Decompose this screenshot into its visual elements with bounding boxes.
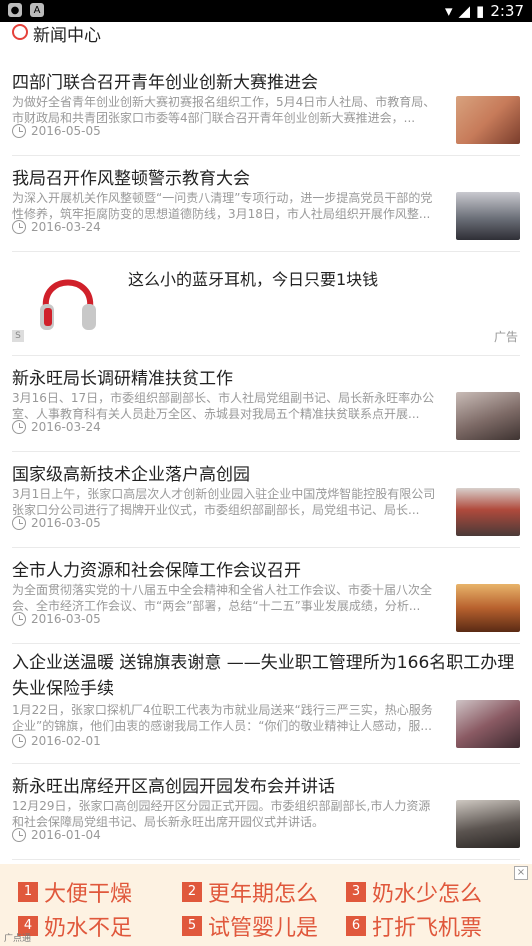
news-title: 新永旺局长调研精准扶贫工作 bbox=[12, 369, 233, 389]
news-item[interactable]: 新永旺局长调研精准扶贫工作 3月16日、17日，市委组织部副部长、市人社局党组副… bbox=[12, 356, 520, 452]
banner-text: 试管婴儿是 bbox=[208, 916, 319, 941]
banner-number: 2 bbox=[182, 882, 202, 902]
clock-icon bbox=[12, 124, 26, 138]
news-thumbnail bbox=[456, 584, 520, 632]
news-thumbnail bbox=[456, 700, 520, 748]
news-desc: 1月22日，张家口探机厂4位职工代表为市就业局送来“践行三严三实，热心服务企业”… bbox=[12, 703, 433, 733]
news-desc: 3月1日上午，张家口高层次人才创新创业园入驻企业中国茂烨智能控股有限公司张家口分… bbox=[12, 487, 436, 517]
news-item[interactable]: 入企业送温暖 送锦旗表谢意 ——失业职工管理所为166名职工办理失业保险手续 1… bbox=[12, 644, 520, 764]
news-desc: 12月29日，张家口高创园经开区分园正式开园。市委组织部副部长,市人力资源和社会… bbox=[12, 799, 431, 829]
section-header: 新闻中心 bbox=[0, 22, 532, 46]
news-date: 2016-03-05 bbox=[31, 516, 101, 530]
close-icon[interactable]: × bbox=[514, 866, 528, 880]
banner-link[interactable]: 6 打折飞机票 bbox=[346, 910, 482, 942]
banner-text: 更年期怎么 bbox=[208, 882, 319, 907]
status-time: 2:37 bbox=[490, 2, 524, 20]
news-desc: 为做好全省青年创业创新大赛初赛报名组织工作，5月4日市人社局、市教育局、市财政局… bbox=[12, 95, 436, 125]
news-date-row: 2016-03-24 bbox=[12, 420, 101, 434]
news-title: 我局召开作风整顿警示教育大会 bbox=[12, 169, 250, 189]
news-date: 2016-02-01 bbox=[31, 734, 101, 748]
wifi-icon: ▾ bbox=[444, 2, 453, 20]
clock-icon bbox=[12, 220, 26, 234]
news-date-row: 2016-03-05 bbox=[12, 612, 101, 626]
banner-text: 打折飞机票 bbox=[372, 916, 483, 941]
banner-number: 6 bbox=[346, 916, 366, 936]
ad-tag: 广告 bbox=[493, 330, 518, 344]
news-thumbnail bbox=[456, 488, 520, 536]
news-desc: 为深入开展机关作风整顿暨“一问责八清理”专项行动，进一步提高党员干部的党性修养，… bbox=[12, 191, 433, 221]
banner-text: 奶水不足 bbox=[44, 916, 133, 941]
news-date: 2016-03-05 bbox=[31, 612, 101, 626]
news-list: 四部门联合召开青年创业创新大赛推进会 为做好全省青年创业创新大赛初赛报名组织工作… bbox=[0, 60, 532, 860]
wechat-icon: ● bbox=[8, 3, 22, 17]
news-item[interactable]: 全市人力资源和社会保障工作会议召开 为全面贯彻落实党的十八届五中全会精神和全省人… bbox=[12, 548, 520, 644]
a-icon: A bbox=[30, 3, 44, 17]
headphones-icon bbox=[40, 279, 96, 330]
status-bar: ● A ▾ ◢ ▮ 2:37 bbox=[0, 0, 532, 22]
signal-icon: ◢ bbox=[458, 2, 471, 20]
ad-banner[interactable]: × 1 大便干燥 2 更年期怎么 3 奶水少怎么 4 奶水不足 5 试管婴儿是 6 打折飞机… bbox=[0, 864, 532, 946]
banner-number: 5 bbox=[182, 916, 202, 936]
news-item[interactable]: 四部门联合召开青年创业创新大赛推进会 为做好全省青年创业创新大赛初赛报名组织工作… bbox=[12, 60, 520, 156]
news-item[interactable]: 新永旺出席经开区高创园开园发布会并讲话 12月29日，张家口高创园经开区分园正式… bbox=[12, 764, 520, 860]
banner-link[interactable]: 1 大便干燥 bbox=[18, 876, 132, 908]
news-thumbnail bbox=[456, 800, 520, 848]
clock-icon bbox=[12, 734, 26, 748]
news-title: 四部门联合召开青年创业创新大赛推进会 bbox=[12, 73, 318, 93]
news-title: 入企业送温暖 送锦旗表谢意 ——失业职工管理所为166名职工办理失业保险手续 bbox=[12, 653, 515, 699]
news-thumbnail bbox=[456, 392, 520, 440]
banner-link[interactable]: 2 更年期怎么 bbox=[182, 876, 318, 908]
news-title: 新永旺出席经开区高创园开园发布会并讲话 bbox=[12, 777, 335, 797]
ad-source-label: 广点通 bbox=[4, 934, 32, 944]
news-date: 2016-03-24 bbox=[31, 420, 101, 434]
news-date-row: 2016-03-24 bbox=[12, 220, 101, 234]
news-title: 全市人力资源和社会保障工作会议召开 bbox=[12, 561, 301, 581]
clock-icon bbox=[12, 420, 26, 434]
banner-text: 大便干燥 bbox=[44, 882, 133, 907]
ad-source-badge: S bbox=[12, 330, 24, 342]
banner-link[interactable]: 3 奶水少怎么 bbox=[346, 876, 482, 908]
banner-number: 1 bbox=[18, 882, 38, 902]
clock-icon bbox=[12, 612, 26, 626]
news-item[interactable]: 国家级高新技术企业落户高创园 3月1日上午，张家口高层次人才创新创业园入驻企业中… bbox=[12, 452, 520, 548]
news-date-row: 2016-05-05 bbox=[12, 124, 101, 138]
news-thumbnail bbox=[456, 192, 520, 240]
news-date-row: 2016-02-01 bbox=[12, 734, 101, 748]
banner-number: 3 bbox=[346, 882, 366, 902]
news-date: 2016-05-05 bbox=[31, 124, 101, 138]
news-desc: 为全面贯彻落实党的十八届五中全会精神和全省人社工作会议、市委十届八次全会、全市经… bbox=[12, 583, 433, 613]
news-date: 2016-03-24 bbox=[31, 220, 101, 234]
clock-icon bbox=[12, 516, 26, 530]
news-thumbnail bbox=[456, 96, 520, 144]
banner-link[interactable]: 4 奶水不足 bbox=[18, 910, 132, 942]
news-desc: 3月16日、17日，市委组织部副部长、市人社局党组副书记、局长新永旺率办公室、人… bbox=[12, 391, 435, 421]
battery-icon: ▮ bbox=[476, 2, 485, 20]
clock-icon bbox=[12, 828, 26, 842]
banner-link[interactable]: 5 试管婴儿是 bbox=[182, 910, 318, 942]
news-date-row: 2016-03-05 bbox=[12, 516, 101, 530]
ad-item[interactable]: 这么小的蓝牙耳机，今日只要1块钱 S 广告 bbox=[12, 252, 520, 356]
news-date: 2016-01-04 bbox=[31, 828, 101, 842]
banner-text: 奶水少怎么 bbox=[372, 882, 483, 907]
page-title: 新闻中心 bbox=[33, 26, 101, 46]
news-title: 国家级高新技术企业落户高创园 bbox=[12, 465, 250, 485]
news-item[interactable]: 我局召开作风整顿警示教育大会 为深入开展机关作风整顿暨“一问责八清理”专项行动，… bbox=[12, 156, 520, 252]
news-date-row: 2016-01-04 bbox=[12, 828, 101, 842]
circle-icon bbox=[12, 24, 28, 40]
ad-title: 这么小的蓝牙耳机，今日只要1块钱 bbox=[128, 270, 379, 289]
